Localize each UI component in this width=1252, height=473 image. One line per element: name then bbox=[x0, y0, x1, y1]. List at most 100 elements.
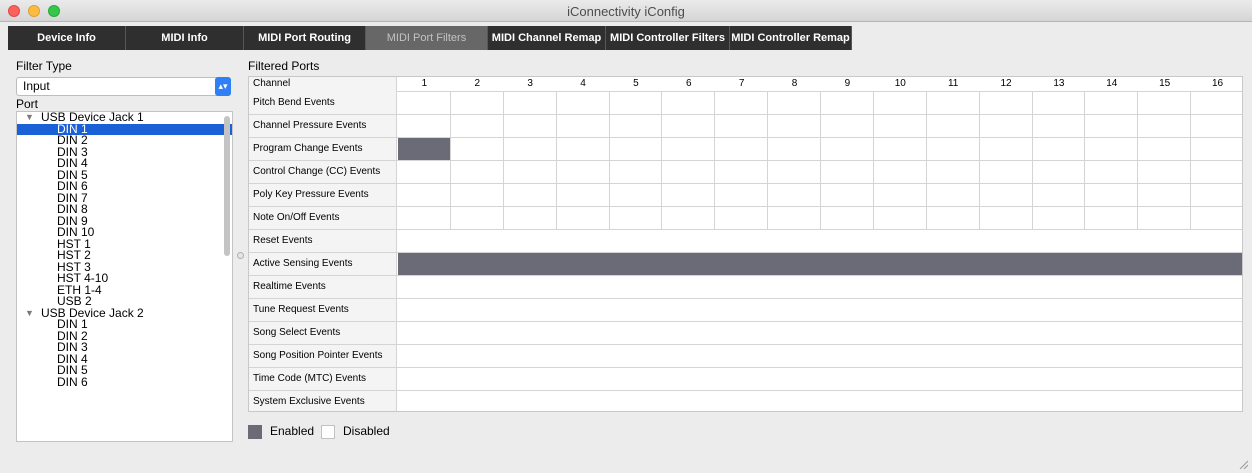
filter-cell[interactable] bbox=[715, 92, 769, 114]
filter-cell[interactable] bbox=[610, 92, 663, 114]
port-tree-scrollbar[interactable] bbox=[224, 116, 230, 256]
filter-cell[interactable] bbox=[821, 138, 874, 160]
filter-cell[interactable] bbox=[504, 184, 557, 206]
filter-cell[interactable] bbox=[715, 115, 769, 137]
filter-cell[interactable] bbox=[715, 138, 769, 160]
filter-cell[interactable] bbox=[1191, 92, 1242, 114]
filter-cell[interactable] bbox=[768, 184, 821, 206]
splitter-handle[interactable] bbox=[237, 252, 244, 259]
filter-toggle-cell[interactable] bbox=[398, 391, 1242, 411]
filter-cell[interactable] bbox=[662, 115, 716, 137]
filter-cell[interactable] bbox=[557, 184, 610, 206]
filter-cell[interactable] bbox=[1085, 92, 1139, 114]
port-item[interactable]: DIN 8 bbox=[17, 203, 232, 216]
filter-cell[interactable] bbox=[1085, 184, 1139, 206]
filter-cell[interactable] bbox=[874, 92, 927, 114]
filter-cell[interactable] bbox=[398, 115, 451, 137]
filter-cell[interactable] bbox=[451, 138, 504, 160]
filter-cell[interactable] bbox=[715, 184, 769, 206]
tab-midi-port-routing[interactable]: MIDI Port Routing bbox=[244, 26, 366, 50]
port-item[interactable]: DIN 5 bbox=[17, 364, 232, 377]
port-item[interactable]: DIN 4 bbox=[17, 353, 232, 366]
filter-toggle-cell[interactable] bbox=[398, 253, 1242, 275]
port-item[interactable]: ETH 1-4 bbox=[17, 284, 232, 297]
port-item[interactable]: HST 2 bbox=[17, 249, 232, 262]
filter-cell[interactable] bbox=[504, 92, 557, 114]
port-item[interactable]: HST 1 bbox=[17, 238, 232, 251]
filter-cell[interactable] bbox=[980, 138, 1033, 160]
filter-cell[interactable] bbox=[610, 115, 663, 137]
filter-cell[interactable] bbox=[451, 92, 504, 114]
filter-cell[interactable] bbox=[768, 161, 821, 183]
filter-cell[interactable] bbox=[504, 115, 557, 137]
filter-cell[interactable] bbox=[980, 207, 1033, 229]
filter-cell[interactable] bbox=[662, 138, 716, 160]
filter-cell[interactable] bbox=[398, 92, 451, 114]
filter-cell[interactable] bbox=[1191, 138, 1242, 160]
filter-toggle-cell[interactable] bbox=[398, 345, 1242, 367]
port-item[interactable]: HST 4-10 bbox=[17, 272, 232, 285]
filter-cell[interactable] bbox=[768, 115, 821, 137]
filter-toggle-cell[interactable] bbox=[398, 299, 1242, 321]
filter-cell[interactable] bbox=[451, 161, 504, 183]
port-item[interactable]: DIN 6 bbox=[17, 180, 232, 193]
filter-cell[interactable] bbox=[1033, 115, 1086, 137]
filter-cell[interactable] bbox=[1138, 184, 1192, 206]
filter-cell[interactable] bbox=[610, 207, 663, 229]
port-item[interactable]: DIN 1 bbox=[17, 123, 232, 135]
filter-cell[interactable] bbox=[557, 92, 610, 114]
filter-toggle-cell[interactable] bbox=[398, 322, 1242, 344]
filter-cell[interactable] bbox=[1138, 115, 1192, 137]
filter-cell[interactable] bbox=[927, 207, 980, 229]
tab-midi-port-filters[interactable]: MIDI Port Filters bbox=[366, 26, 488, 50]
port-item[interactable]: DIN 3 bbox=[17, 341, 232, 354]
filter-cell[interactable] bbox=[715, 161, 769, 183]
port-item[interactable]: DIN 3 bbox=[17, 146, 232, 159]
filter-cell[interactable] bbox=[451, 207, 504, 229]
filter-cell[interactable] bbox=[1033, 184, 1086, 206]
tab-device-info[interactable]: Device Info bbox=[8, 26, 126, 50]
filter-cell[interactable] bbox=[980, 115, 1033, 137]
filter-cell[interactable] bbox=[874, 207, 927, 229]
filter-cell[interactable] bbox=[1033, 138, 1086, 160]
filter-cell[interactable] bbox=[504, 161, 557, 183]
filter-cell[interactable] bbox=[1191, 115, 1242, 137]
filter-cell[interactable] bbox=[1033, 207, 1086, 229]
filter-cell[interactable] bbox=[557, 115, 610, 137]
filter-cell[interactable] bbox=[451, 115, 504, 137]
tab-midi-channel-remap[interactable]: MIDI Channel Remap bbox=[488, 26, 606, 50]
filter-cell[interactable] bbox=[874, 115, 927, 137]
filter-cell[interactable] bbox=[504, 138, 557, 160]
filter-cell[interactable] bbox=[610, 138, 663, 160]
tab-midi-controller-remap[interactable]: MIDI Controller Remap bbox=[730, 26, 852, 50]
filter-cell[interactable] bbox=[874, 184, 927, 206]
port-tree[interactable]: ▼ USB Device Jack 1 DIN 1 DIN 2 DIN 3 DIN 4 DI… bbox=[16, 111, 233, 442]
port-item[interactable]: DIN 4 bbox=[17, 157, 232, 170]
filter-cell[interactable] bbox=[980, 92, 1033, 114]
disclosure-triangle-icon[interactable]: ▼ bbox=[25, 308, 34, 320]
filter-cell[interactable] bbox=[398, 161, 451, 183]
filter-cell[interactable] bbox=[927, 138, 980, 160]
filter-cell[interactable] bbox=[1191, 207, 1242, 229]
filter-cell[interactable] bbox=[821, 184, 874, 206]
filter-cell[interactable] bbox=[504, 207, 557, 229]
filter-cell[interactable] bbox=[768, 207, 821, 229]
port-item[interactable]: DIN 9 bbox=[17, 215, 232, 228]
filter-cell[interactable] bbox=[662, 161, 716, 183]
filter-cell[interactable] bbox=[398, 184, 451, 206]
filter-cell[interactable] bbox=[1138, 207, 1192, 229]
port-item[interactable]: HST 3 bbox=[17, 261, 232, 274]
filter-cell[interactable] bbox=[662, 207, 716, 229]
filter-cell[interactable] bbox=[1138, 92, 1192, 114]
port-item[interactable]: DIN 7 bbox=[17, 192, 232, 205]
filter-cell[interactable] bbox=[557, 207, 610, 229]
filter-cell[interactable] bbox=[821, 207, 874, 229]
filter-cell[interactable] bbox=[557, 161, 610, 183]
filter-cell[interactable] bbox=[398, 207, 451, 229]
filter-cell[interactable] bbox=[1033, 161, 1086, 183]
port-item[interactable]: DIN 5 bbox=[17, 169, 232, 182]
filter-cell[interactable] bbox=[1138, 138, 1192, 160]
filter-type-select[interactable]: Input ▴▾ bbox=[16, 77, 231, 96]
filter-cell[interactable] bbox=[610, 161, 663, 183]
port-group[interactable]: ▼ USB Device Jack 2 bbox=[17, 307, 232, 320]
